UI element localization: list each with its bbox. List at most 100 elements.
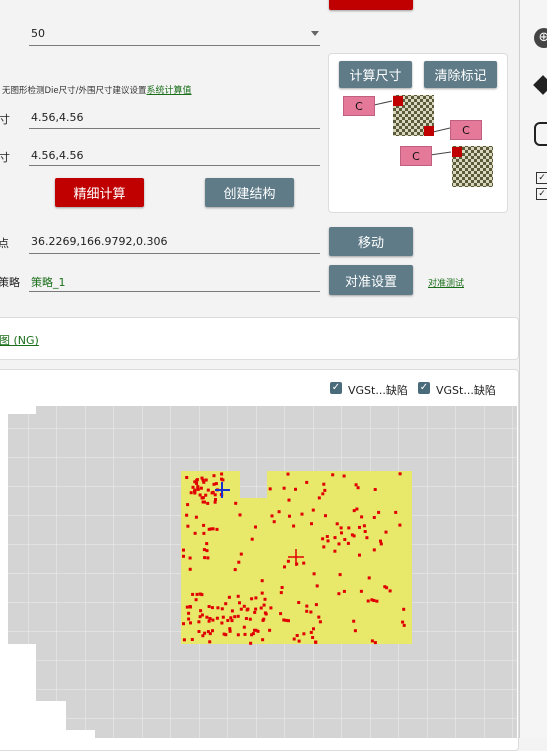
defect-point xyxy=(185,513,189,517)
defect-point xyxy=(268,487,272,491)
mark-red-1[interactable] xyxy=(393,96,403,106)
system-calc-link[interactable]: 系统计算值 xyxy=(147,86,192,96)
defect-point xyxy=(254,525,257,529)
defect-point xyxy=(286,559,290,563)
defect-point xyxy=(263,611,267,615)
defect-point xyxy=(270,514,274,518)
top-red-button[interactable] xyxy=(329,0,413,10)
defect-point xyxy=(200,593,204,597)
defect-point xyxy=(373,641,377,645)
defect-point xyxy=(350,533,354,537)
defect-point xyxy=(402,607,406,611)
defect-point xyxy=(194,515,198,519)
defect-point xyxy=(254,596,258,600)
defect-point xyxy=(372,548,376,552)
defect-point xyxy=(379,539,382,543)
fine-calc-button[interactable]: 精细计算 xyxy=(55,178,144,207)
defect-point xyxy=(263,597,267,601)
settings-icon[interactable]: ⊕ xyxy=(534,28,547,48)
defect-point xyxy=(191,592,195,596)
defect-point xyxy=(206,488,210,492)
size1-input[interactable]: 4.56,4.56 xyxy=(31,111,83,124)
defect-point xyxy=(300,512,304,516)
chevron-down-icon[interactable] xyxy=(311,31,319,36)
defect-point xyxy=(188,567,192,571)
defect-point xyxy=(227,595,231,599)
defect-point xyxy=(238,513,242,517)
defect-point xyxy=(236,633,240,637)
c-button-3[interactable]: C xyxy=(400,146,432,166)
align-test-link[interactable]: 对准测试 xyxy=(428,276,464,289)
defect-point xyxy=(333,536,337,540)
point-underline xyxy=(29,253,320,254)
tool-icon[interactable] xyxy=(533,75,547,95)
defect-point xyxy=(358,525,361,529)
defect-point xyxy=(352,509,356,513)
defect-point xyxy=(220,621,224,625)
defect-point xyxy=(220,477,223,481)
wafer-map[interactable] xyxy=(0,400,517,738)
defect-point xyxy=(250,597,254,601)
point-label: 点 xyxy=(0,237,9,250)
mark-red-2[interactable] xyxy=(424,126,434,136)
move-button[interactable]: 移动 xyxy=(329,227,413,256)
c-button-1[interactable]: C xyxy=(343,96,375,116)
defect-point xyxy=(244,617,248,620)
defect-point xyxy=(297,639,301,643)
defect-point xyxy=(401,620,405,624)
defect-point xyxy=(342,474,346,478)
defect-point xyxy=(195,478,199,482)
defect-point xyxy=(363,530,367,533)
c-button-2[interactable]: C xyxy=(450,120,482,140)
checklist-icon[interactable]: ✓ xyxy=(536,172,547,184)
defect-point xyxy=(206,556,210,560)
defect-point xyxy=(262,617,266,621)
defect-point xyxy=(193,488,197,492)
defect-point xyxy=(356,486,360,490)
defect-point xyxy=(220,607,224,611)
calc-size-button[interactable]: 计算尺寸 xyxy=(339,61,412,88)
defect-point xyxy=(246,607,250,611)
map-ng-link[interactable]: 图 (NG) xyxy=(0,332,39,348)
defect-point xyxy=(321,537,325,541)
defect-point xyxy=(228,629,232,633)
defect-point xyxy=(215,527,219,531)
strategy-select[interactable]: 策略_1 xyxy=(31,274,66,290)
defect-point xyxy=(370,639,374,643)
defect-point xyxy=(249,641,253,645)
defect-point xyxy=(198,615,202,619)
defect-point xyxy=(206,630,210,634)
defect-point xyxy=(195,482,199,485)
defect-point xyxy=(202,523,206,527)
defect-point xyxy=(195,592,199,596)
defect-point xyxy=(237,560,241,564)
checklist-icon-2[interactable]: ✓ xyxy=(536,188,547,200)
clock-icon[interactable] xyxy=(534,122,547,146)
point-input[interactable]: 36.2269,166.9792,0.306 xyxy=(31,235,167,248)
defect-point xyxy=(187,611,191,615)
defect-point xyxy=(233,615,237,619)
defect-point xyxy=(310,522,313,526)
defect-point xyxy=(190,638,194,641)
defect-point xyxy=(207,605,211,608)
defect-point xyxy=(207,619,211,623)
defect-point xyxy=(342,589,346,593)
defect-point xyxy=(203,631,207,635)
top-select-value[interactable]: 50 xyxy=(31,27,45,40)
defect-point xyxy=(288,514,291,518)
defect-point xyxy=(279,612,283,616)
defect-point xyxy=(211,629,214,633)
defect-point xyxy=(187,617,191,621)
clear-marks-button[interactable]: 清除标记 xyxy=(424,61,497,88)
checkbox-2[interactable]: ✓ xyxy=(418,382,430,394)
mark-red-3[interactable] xyxy=(452,147,462,157)
size2-input[interactable]: 4.56,4.56 xyxy=(31,149,83,162)
create-struct-button[interactable]: 创建结构 xyxy=(205,178,294,207)
align-setup-button[interactable]: 对准设置 xyxy=(329,265,413,295)
defect-point xyxy=(260,579,264,583)
defect-point xyxy=(394,510,398,514)
checkbox-1[interactable]: ✓ xyxy=(330,382,342,394)
defect-point xyxy=(185,476,189,479)
defect-point xyxy=(375,599,379,603)
defect-point xyxy=(277,510,281,514)
